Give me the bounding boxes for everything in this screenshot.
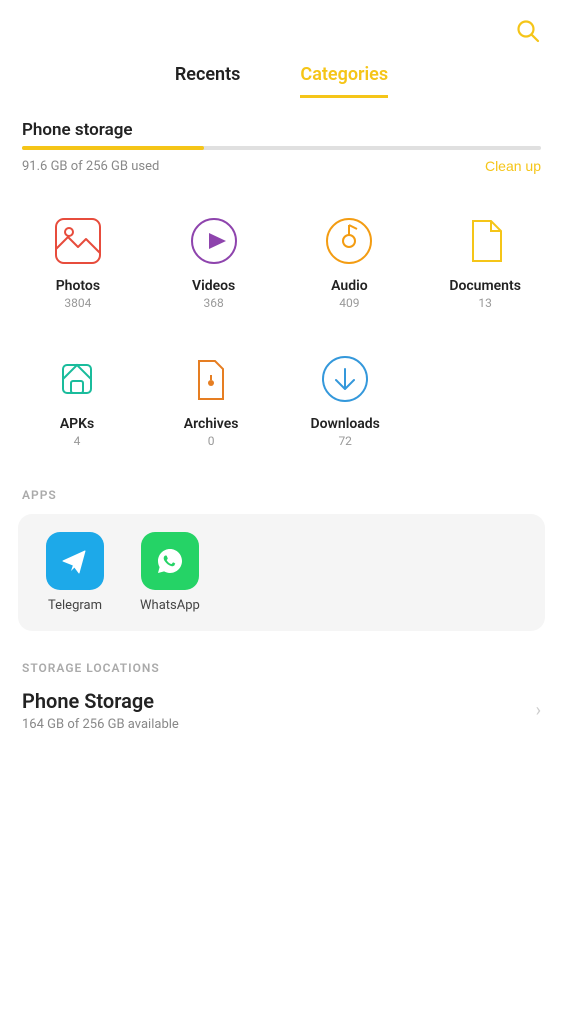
app-whatsapp[interactable]: WhatsApp [140, 532, 200, 613]
storage-locations-label: STORAGE LOCATIONS [22, 661, 541, 675]
apks-icon [48, 350, 106, 408]
category-videos[interactable]: Videos 368 [146, 202, 282, 320]
categories-grid-row1: Photos 3804 Videos 368 Audio 409 [0, 174, 563, 330]
apks-label: APKs [60, 416, 94, 432]
chevron-right-icon: › [536, 700, 541, 721]
apps-section-label: APPS [0, 478, 563, 514]
whatsapp-label: WhatsApp [140, 598, 200, 613]
category-apks[interactable]: APKs 4 [10, 340, 144, 458]
category-downloads[interactable]: Downloads 72 [278, 340, 412, 458]
whatsapp-icon [141, 532, 199, 590]
downloads-label: Downloads [311, 416, 380, 432]
category-photos[interactable]: Photos 3804 [10, 202, 146, 320]
documents-label: Documents [449, 278, 521, 294]
storage-location-sub: 164 GB of 256 GB available [22, 717, 179, 732]
storage-info-row: 91.6 GB of 256 GB used Clean up [22, 158, 541, 174]
storage-locations-section: STORAGE LOCATIONS Phone Storage 164 GB o… [0, 651, 563, 740]
videos-count: 368 [204, 296, 224, 310]
cleanup-button[interactable]: Clean up [485, 158, 541, 174]
tab-recents[interactable]: Recents [175, 64, 241, 98]
photos-count: 3804 [64, 296, 91, 310]
documents-count: 13 [478, 296, 492, 310]
videos-icon [185, 212, 243, 270]
videos-label: Videos [192, 278, 235, 294]
apks-count: 4 [74, 434, 81, 448]
storage-location-phone[interactable]: Phone Storage 164 GB of 256 GB available… [22, 689, 541, 740]
storage-location-name: Phone Storage [22, 689, 179, 713]
telegram-label: Telegram [48, 598, 102, 613]
storage-title: Phone storage [22, 120, 541, 140]
audio-icon [320, 212, 378, 270]
downloads-count: 72 [338, 434, 352, 448]
archives-label: Archives [184, 416, 239, 432]
category-audio[interactable]: Audio 409 [282, 202, 418, 320]
tabs-bar: Recents Categories [0, 54, 563, 98]
archives-count: 0 [208, 434, 215, 448]
downloads-icon [316, 350, 374, 408]
photos-icon [49, 212, 107, 270]
archives-icon [182, 350, 240, 408]
telegram-icon [46, 532, 104, 590]
search-button[interactable] [515, 18, 541, 44]
audio-label: Audio [331, 278, 368, 294]
category-archives[interactable]: Archives 0 [144, 340, 278, 458]
categories-grid-row2: APKs 4 Archives 0 Downloads 72 [0, 330, 422, 478]
storage-location-info: Phone Storage 164 GB of 256 GB available [22, 689, 179, 732]
storage-bar [22, 146, 541, 150]
documents-icon [456, 212, 514, 270]
category-documents[interactable]: Documents 13 [417, 202, 553, 320]
tab-categories[interactable]: Categories [300, 64, 388, 98]
photos-label: Photos [56, 278, 100, 294]
audio-count: 409 [339, 296, 359, 310]
storage-section: Phone storage 91.6 GB of 256 GB used Cle… [0, 98, 563, 174]
storage-bar-fill [22, 146, 204, 150]
app-telegram[interactable]: Telegram [46, 532, 104, 613]
header [0, 0, 563, 54]
apps-card: Telegram WhatsApp [18, 514, 545, 631]
storage-used-text: 91.6 GB of 256 GB used [22, 159, 159, 174]
